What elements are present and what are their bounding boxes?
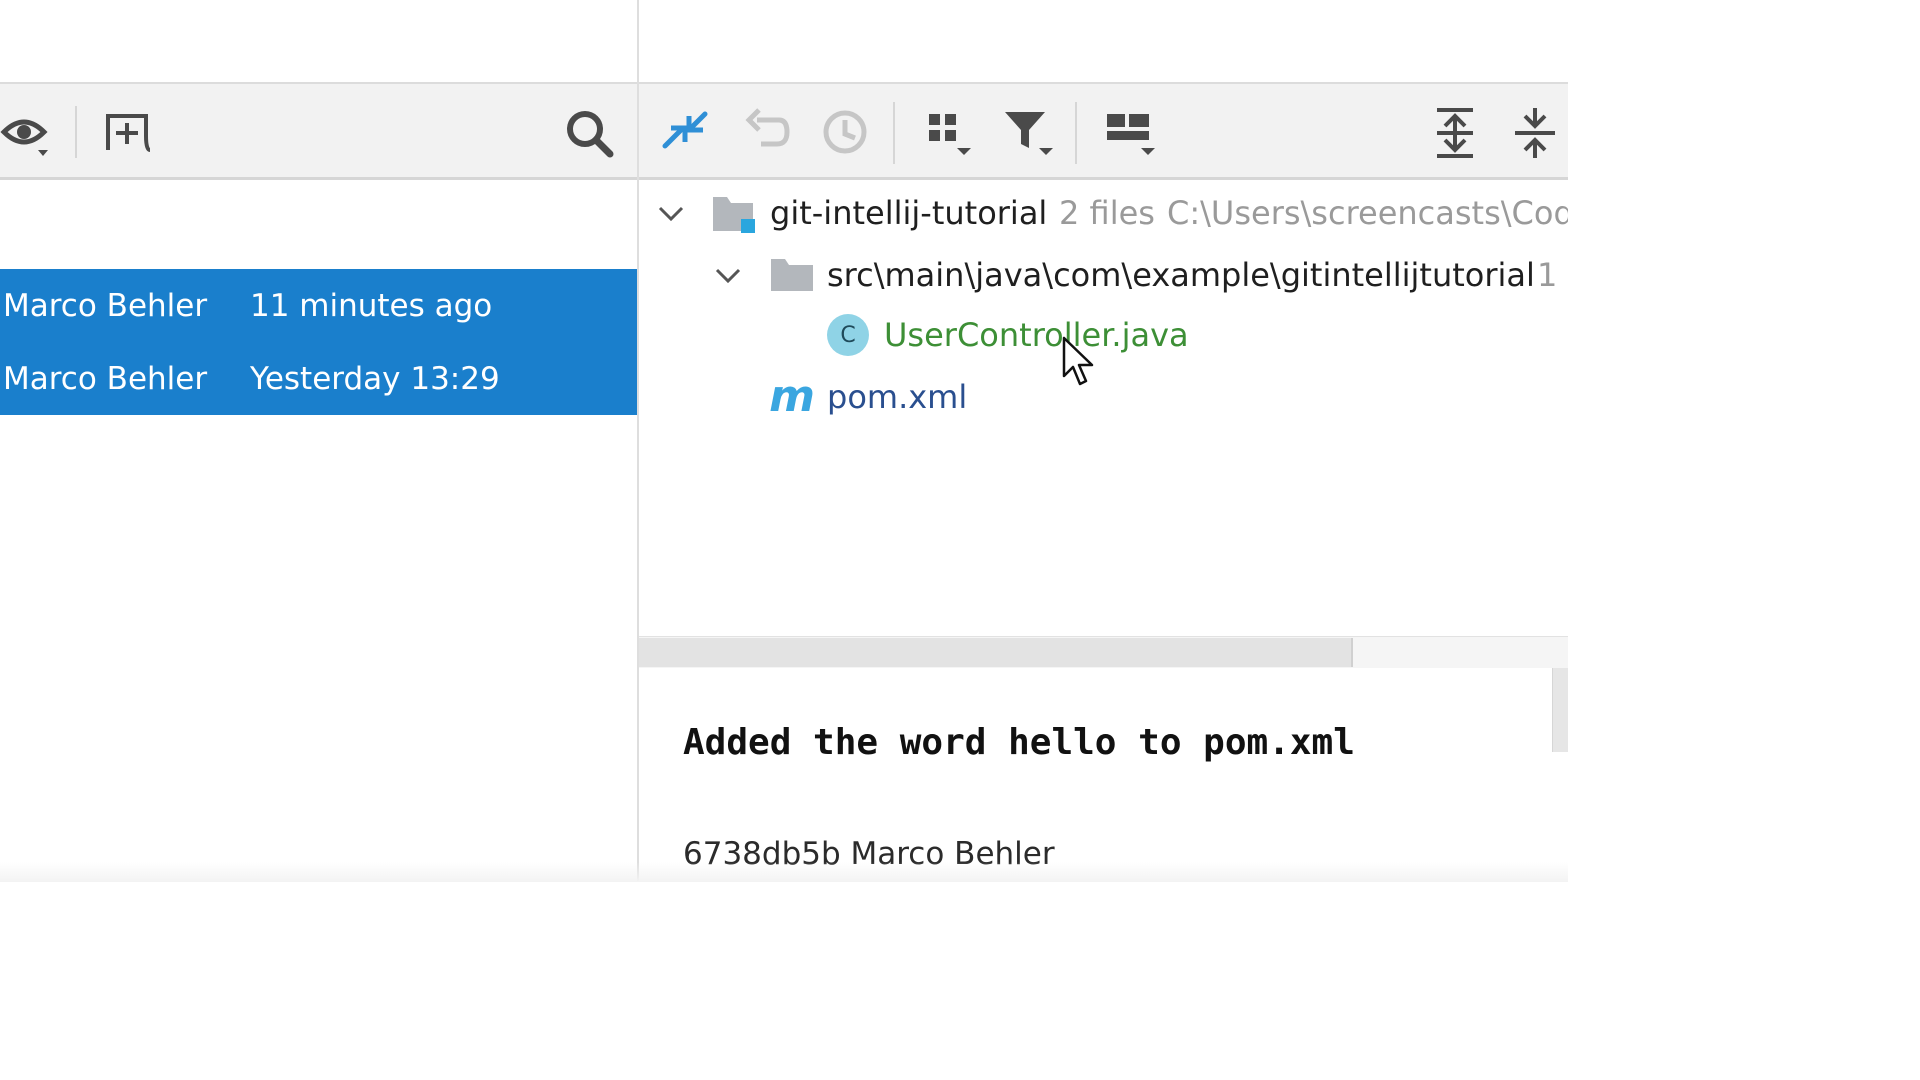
eye-icon[interactable] [0, 106, 58, 162]
tree-root-row[interactable]: git-intellij-tutorial 2 files C:\Users\s… [639, 183, 1568, 243]
vertical-scrollbar[interactable] [1552, 668, 1568, 752]
scrollbar-thumb[interactable] [639, 638, 1353, 667]
root-file-count: 2 files [1059, 194, 1155, 232]
collapse-all-icon[interactable] [1509, 104, 1561, 162]
commit-author: Marco Behler [3, 287, 208, 324]
file-name: UserController.java [884, 316, 1189, 354]
root-module-name: git-intellij-tutorial [770, 194, 1048, 232]
commit-details-panel: Added the word hello to pom.xml 6738db5b… [639, 668, 1568, 882]
mouse-cursor-icon [1062, 336, 1096, 388]
commit-row-2[interactable]: Marco Behler Yesterday 13:29 [0, 342, 637, 415]
class-badge-letter: C [840, 322, 856, 348]
root-path: C:\Users\screencasts\Cod [1167, 194, 1568, 232]
horizontal-scrollbar[interactable] [639, 636, 1568, 668]
tree-file-row[interactable]: C UserController.java [639, 305, 1568, 365]
log-toolbar [0, 84, 637, 180]
layout-icon[interactable] [1101, 104, 1165, 162]
bottom-edge [0, 862, 1568, 882]
changes-pane: git-intellij-tutorial 2 files C:\Users\s… [639, 84, 1568, 882]
chevron-down-icon[interactable] [713, 260, 743, 290]
commit-row-1[interactable]: Marco Behler 11 minutes ago [0, 269, 637, 342]
folder-path: src\main\java\com\example\gitintellijtut… [827, 256, 1535, 294]
changed-files-tree: git-intellij-tutorial 2 files C:\Users\s… [639, 183, 1568, 633]
tree-folder-row[interactable]: src\main\java\com\example\gitintellijtut… [639, 245, 1568, 305]
file-name: pom.xml [827, 378, 968, 416]
toolbar-separator [893, 102, 895, 164]
commit-date: 11 minutes ago [250, 287, 493, 324]
filter-icon[interactable] [1001, 104, 1061, 162]
merge-arrows-icon[interactable] [659, 104, 713, 160]
chevron-down-icon[interactable] [656, 198, 686, 228]
folder-icon [769, 255, 815, 295]
group-by-icon[interactable] [921, 104, 979, 162]
git-log-window: Marco Behler 11 minutes ago Marco Behler… [0, 0, 1568, 882]
module-folder-icon [711, 193, 759, 235]
commit-subject: Added the word hello to pom.xml [683, 722, 1355, 763]
toolbar-separator [1075, 102, 1077, 164]
commit-log-pane: Marco Behler 11 minutes ago Marco Behler… [0, 84, 637, 882]
commit-date: Yesterday 13:29 [250, 360, 500, 397]
history-icon[interactable] [817, 104, 873, 160]
add-to-branch-icon[interactable] [100, 106, 154, 162]
folder-file-count: 1 f [1537, 256, 1568, 294]
revert-icon[interactable] [741, 104, 795, 160]
maven-icon: m [767, 370, 817, 422]
commit-list: Marco Behler 11 minutes ago Marco Behler… [0, 183, 637, 883]
tree-file-row[interactable]: m pom.xml [639, 367, 1568, 427]
search-icon[interactable] [562, 106, 618, 162]
top-blank-area [0, 0, 1568, 84]
java-class-icon: C [827, 314, 869, 356]
commit-author: Marco Behler [3, 360, 208, 397]
changes-toolbar [639, 84, 1568, 180]
toolbar-separator [75, 106, 77, 158]
maven-badge-letter: m [769, 370, 815, 422]
expand-all-icon[interactable] [1429, 104, 1481, 162]
